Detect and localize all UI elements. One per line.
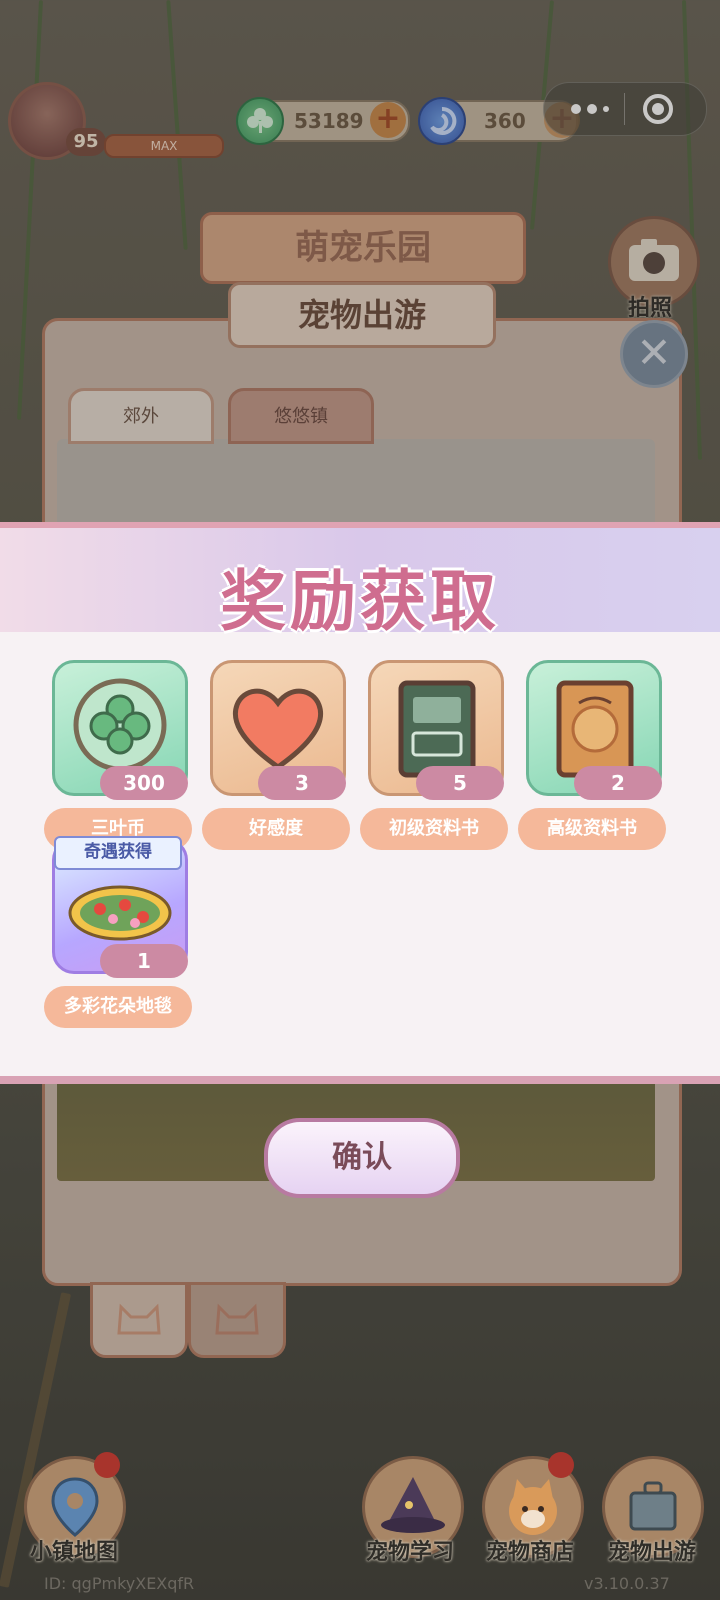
version-text: v3.10.0.37 bbox=[584, 1574, 670, 1593]
pet-shop-label: 宠物商店 bbox=[485, 1540, 574, 1565]
pet-outing-label: 宠物出游 bbox=[607, 1540, 696, 1565]
reward-name: 高级资料书 bbox=[518, 808, 666, 850]
confirm-button[interactable]: 确认 bbox=[264, 1118, 460, 1198]
reward-count: 300 bbox=[100, 766, 188, 800]
reward-count: 2 bbox=[574, 766, 662, 800]
reward-name: 初级资料书 bbox=[360, 808, 508, 850]
reward-popup: 奖励获取 300 三叶币 3 好感度 5 初级资料书 2 高级资料书 奇遇获得 … bbox=[0, 522, 720, 1084]
town-map-label: 小镇地图 bbox=[29, 1540, 118, 1565]
reward-name: 好感度 bbox=[202, 808, 350, 850]
reward-count: 5 bbox=[416, 766, 504, 800]
encounter-ribbon: 奇遇获得 bbox=[54, 836, 182, 870]
reward-name: 多彩花朵地毯 bbox=[44, 986, 192, 1028]
pet-study-label: 宠物学习 bbox=[365, 1540, 454, 1565]
reward-header: 奖励获取 bbox=[0, 528, 720, 640]
reward-count: 3 bbox=[258, 766, 346, 800]
reward-count: 1 bbox=[100, 944, 188, 978]
notification-dot bbox=[548, 1452, 574, 1478]
notification-dot bbox=[94, 1452, 120, 1478]
user-id: ID: qgPmkyXEXqfR bbox=[44, 1574, 195, 1593]
reward-title: 奖励获取 bbox=[220, 563, 500, 640]
